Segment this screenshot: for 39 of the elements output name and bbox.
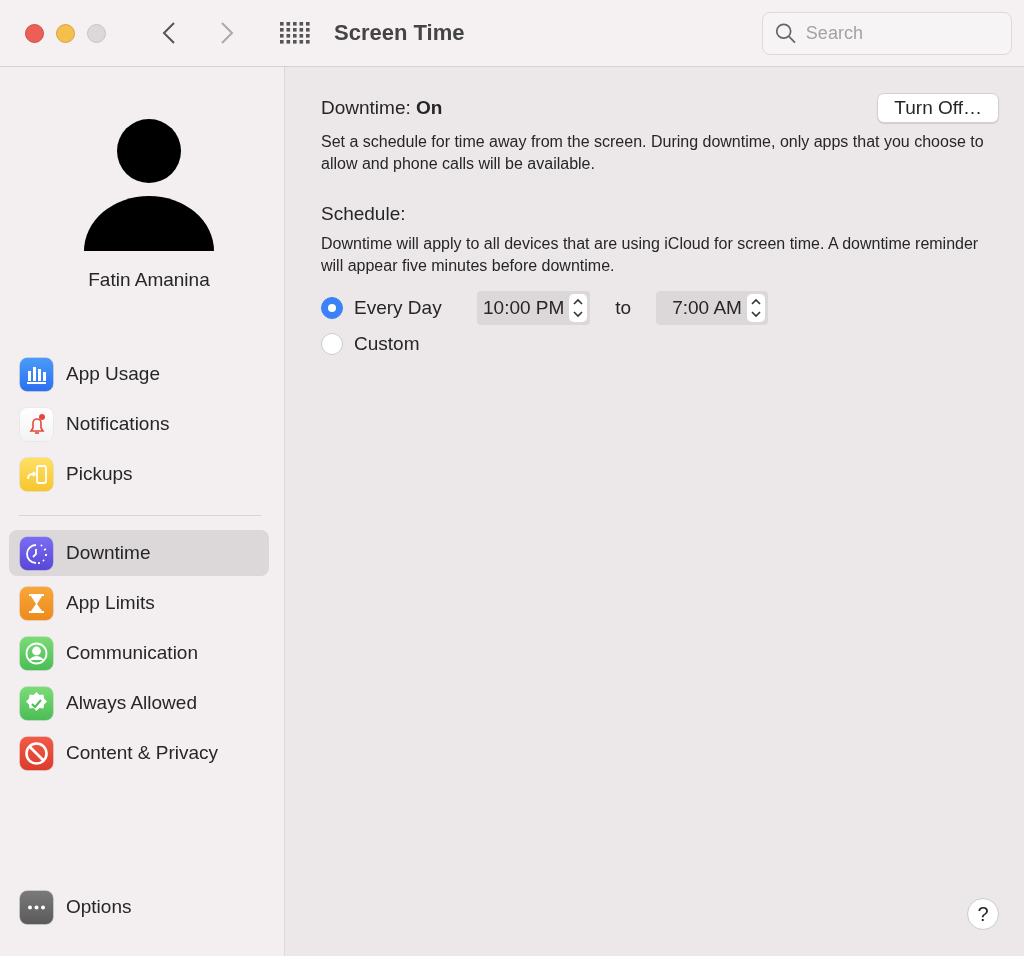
hourglass-icon	[19, 585, 54, 621]
sidebar-item[interactable]: Always Allowed	[9, 680, 269, 726]
more-icon	[19, 889, 54, 925]
sidebar-item[interactable]: Pickups	[9, 451, 269, 497]
search-input[interactable]: Search	[803, 21, 999, 45]
bar-chart-icon	[19, 356, 54, 392]
help-button[interactable]: ?	[967, 898, 999, 930]
schedule-note: Downtime will apply to all devices that are using iCloud for screen time. A downtime reminder will appear five minutes before downtime.	[321, 234, 980, 276]
phone-pickup-icon	[19, 456, 54, 492]
prohibited-icon	[19, 735, 54, 771]
search-bar[interactable]: Search	[762, 11, 1012, 55]
sidebar-item[interactable]: Content & Privacy	[9, 730, 269, 776]
radio-button[interactable]	[321, 333, 343, 355]
search-icon	[775, 21, 796, 45]
time-stepper[interactable]: 10:00 PM	[477, 291, 591, 325]
time-stepper[interactable]: 7:00 AM	[656, 291, 768, 325]
downtime-status: Downtime: On	[321, 97, 443, 119]
to-label: to	[615, 297, 632, 319]
clock-icon	[19, 535, 54, 571]
bell-icon	[19, 406, 54, 442]
sidebar-item[interactable]: App Usage	[9, 351, 269, 397]
stepper-arrows-icon[interactable]	[745, 293, 766, 323]
sidebar-item[interactable]: Notifications	[9, 401, 269, 447]
minimize-button[interactable]	[56, 23, 75, 43]
sidebar-item[interactable]: Options	[9, 884, 269, 930]
sidebar-item[interactable]: App Limits	[9, 580, 269, 626]
user-name: Fatin Amanina	[88, 269, 210, 291]
option-label: Every Day	[354, 297, 443, 319]
check-badge-icon	[19, 685, 54, 721]
sidebar-item[interactable]: Downtime	[9, 530, 269, 576]
radio-button[interactable]	[321, 297, 343, 319]
description-text: Set a schedule for time away from the screen. During downtime, only apps that you choose to allow and phone calls will be available.	[321, 132, 985, 174]
window-title: Screen Time	[334, 20, 465, 46]
close-button[interactable]	[25, 23, 44, 43]
stepper-arrows-icon[interactable]	[568, 293, 589, 323]
turn-off-button[interactable]: Turn Off…	[877, 93, 999, 123]
schedule-heading: Schedule:	[321, 203, 407, 225]
sidebar-item[interactable]: Communication	[9, 630, 269, 676]
option-label: Custom	[354, 333, 421, 355]
